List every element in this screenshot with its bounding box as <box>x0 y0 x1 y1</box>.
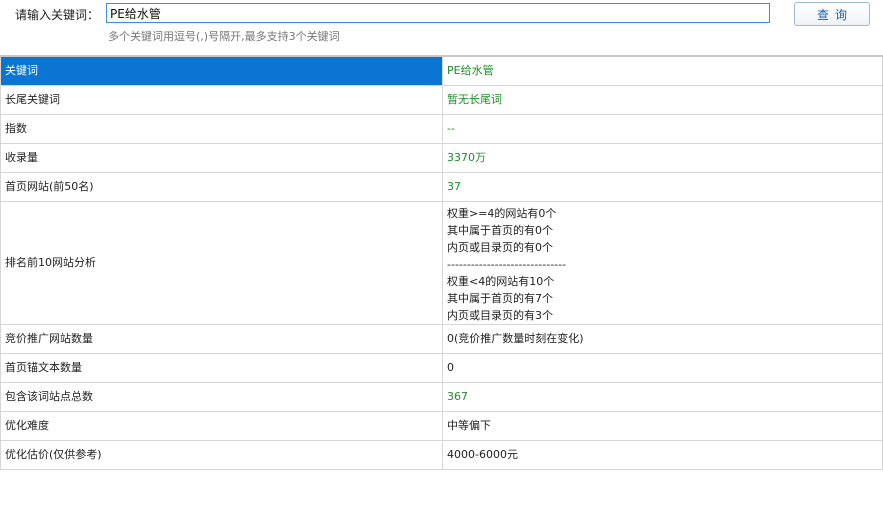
table-row: 关键词 PE给水管 <box>0 55 883 86</box>
table-row: 首页锚文本数量 0 <box>0 352 883 383</box>
analysis-line: 其中属于首页的有0个 <box>447 223 553 237</box>
table-row: 排名前10网站分析 权重>=4的网站有0个 其中属于首页的有0个 内页或目录页的… <box>0 200 883 325</box>
query-button[interactable]: 查询 <box>794 2 870 26</box>
row-value: 0 <box>442 352 883 383</box>
row-value: 4000-6000元 <box>442 439 883 470</box>
table-row: 首页网站(前50名) 37 <box>0 171 883 202</box>
row-key: 优化估价(仅供参考) <box>0 439 443 470</box>
keyword-analysis-table: 关键词 PE给水管 长尾关键词 暂无长尾词 指数 -- 收录量 3370万 首页… <box>0 55 883 470</box>
row-value: 0(竞价推广数量时刻在变化) <box>442 323 883 354</box>
row-key: 排名前10网站分析 <box>0 200 443 325</box>
analysis-line: 权重<4的网站有10个 <box>447 274 555 288</box>
row-key: 竞价推广网站数量 <box>0 323 443 354</box>
row-value: 权重>=4的网站有0个 其中属于首页的有0个 内页或目录页的有0个 ------… <box>442 200 883 325</box>
row-key: 关键词 <box>0 55 443 86</box>
row-value: 中等偏下 <box>442 410 883 441</box>
analysis-separator: ------------------------------ <box>447 257 567 271</box>
row-key: 收录量 <box>0 142 443 173</box>
keyword-input[interactable] <box>106 3 770 23</box>
row-key: 包含该词站点总数 <box>0 381 443 412</box>
row-key: 首页锚文本数量 <box>0 352 443 383</box>
table-row: 竞价推广网站数量 0(竞价推广数量时刻在变化) <box>0 323 883 354</box>
row-value: 37 <box>442 171 883 202</box>
table-row: 长尾关键词 暂无长尾词 <box>0 84 883 115</box>
row-value: 暂无长尾词 <box>442 84 883 115</box>
row-value: -- <box>442 113 883 144</box>
analysis-line: 内页或目录页的有3个 <box>447 308 553 322</box>
row-value: PE给水管 <box>442 55 883 86</box>
table-row: 优化难度 中等偏下 <box>0 410 883 441</box>
analysis-line: 其中属于首页的有7个 <box>447 291 553 305</box>
row-key: 首页网站(前50名) <box>0 171 443 202</box>
row-value: 367 <box>442 381 883 412</box>
analysis-line: 内页或目录页的有0个 <box>447 240 553 254</box>
row-value: 3370万 <box>442 142 883 173</box>
search-label: 请输入关键词： <box>15 8 100 22</box>
row-key: 指数 <box>0 113 443 144</box>
table-row: 收录量 3370万 <box>0 142 883 173</box>
analysis-line: 权重>=4的网站有0个 <box>447 206 557 220</box>
row-key: 长尾关键词 <box>0 84 443 115</box>
table-row: 包含该词站点总数 367 <box>0 381 883 412</box>
table-row: 优化估价(仅供参考) 4000-6000元 <box>0 439 883 470</box>
table-row: 指数 -- <box>0 113 883 144</box>
keyword-hint: 多个关键词用逗号(,)号隔开,最多支持3个关键词 <box>108 30 340 43</box>
row-key: 优化难度 <box>0 410 443 441</box>
